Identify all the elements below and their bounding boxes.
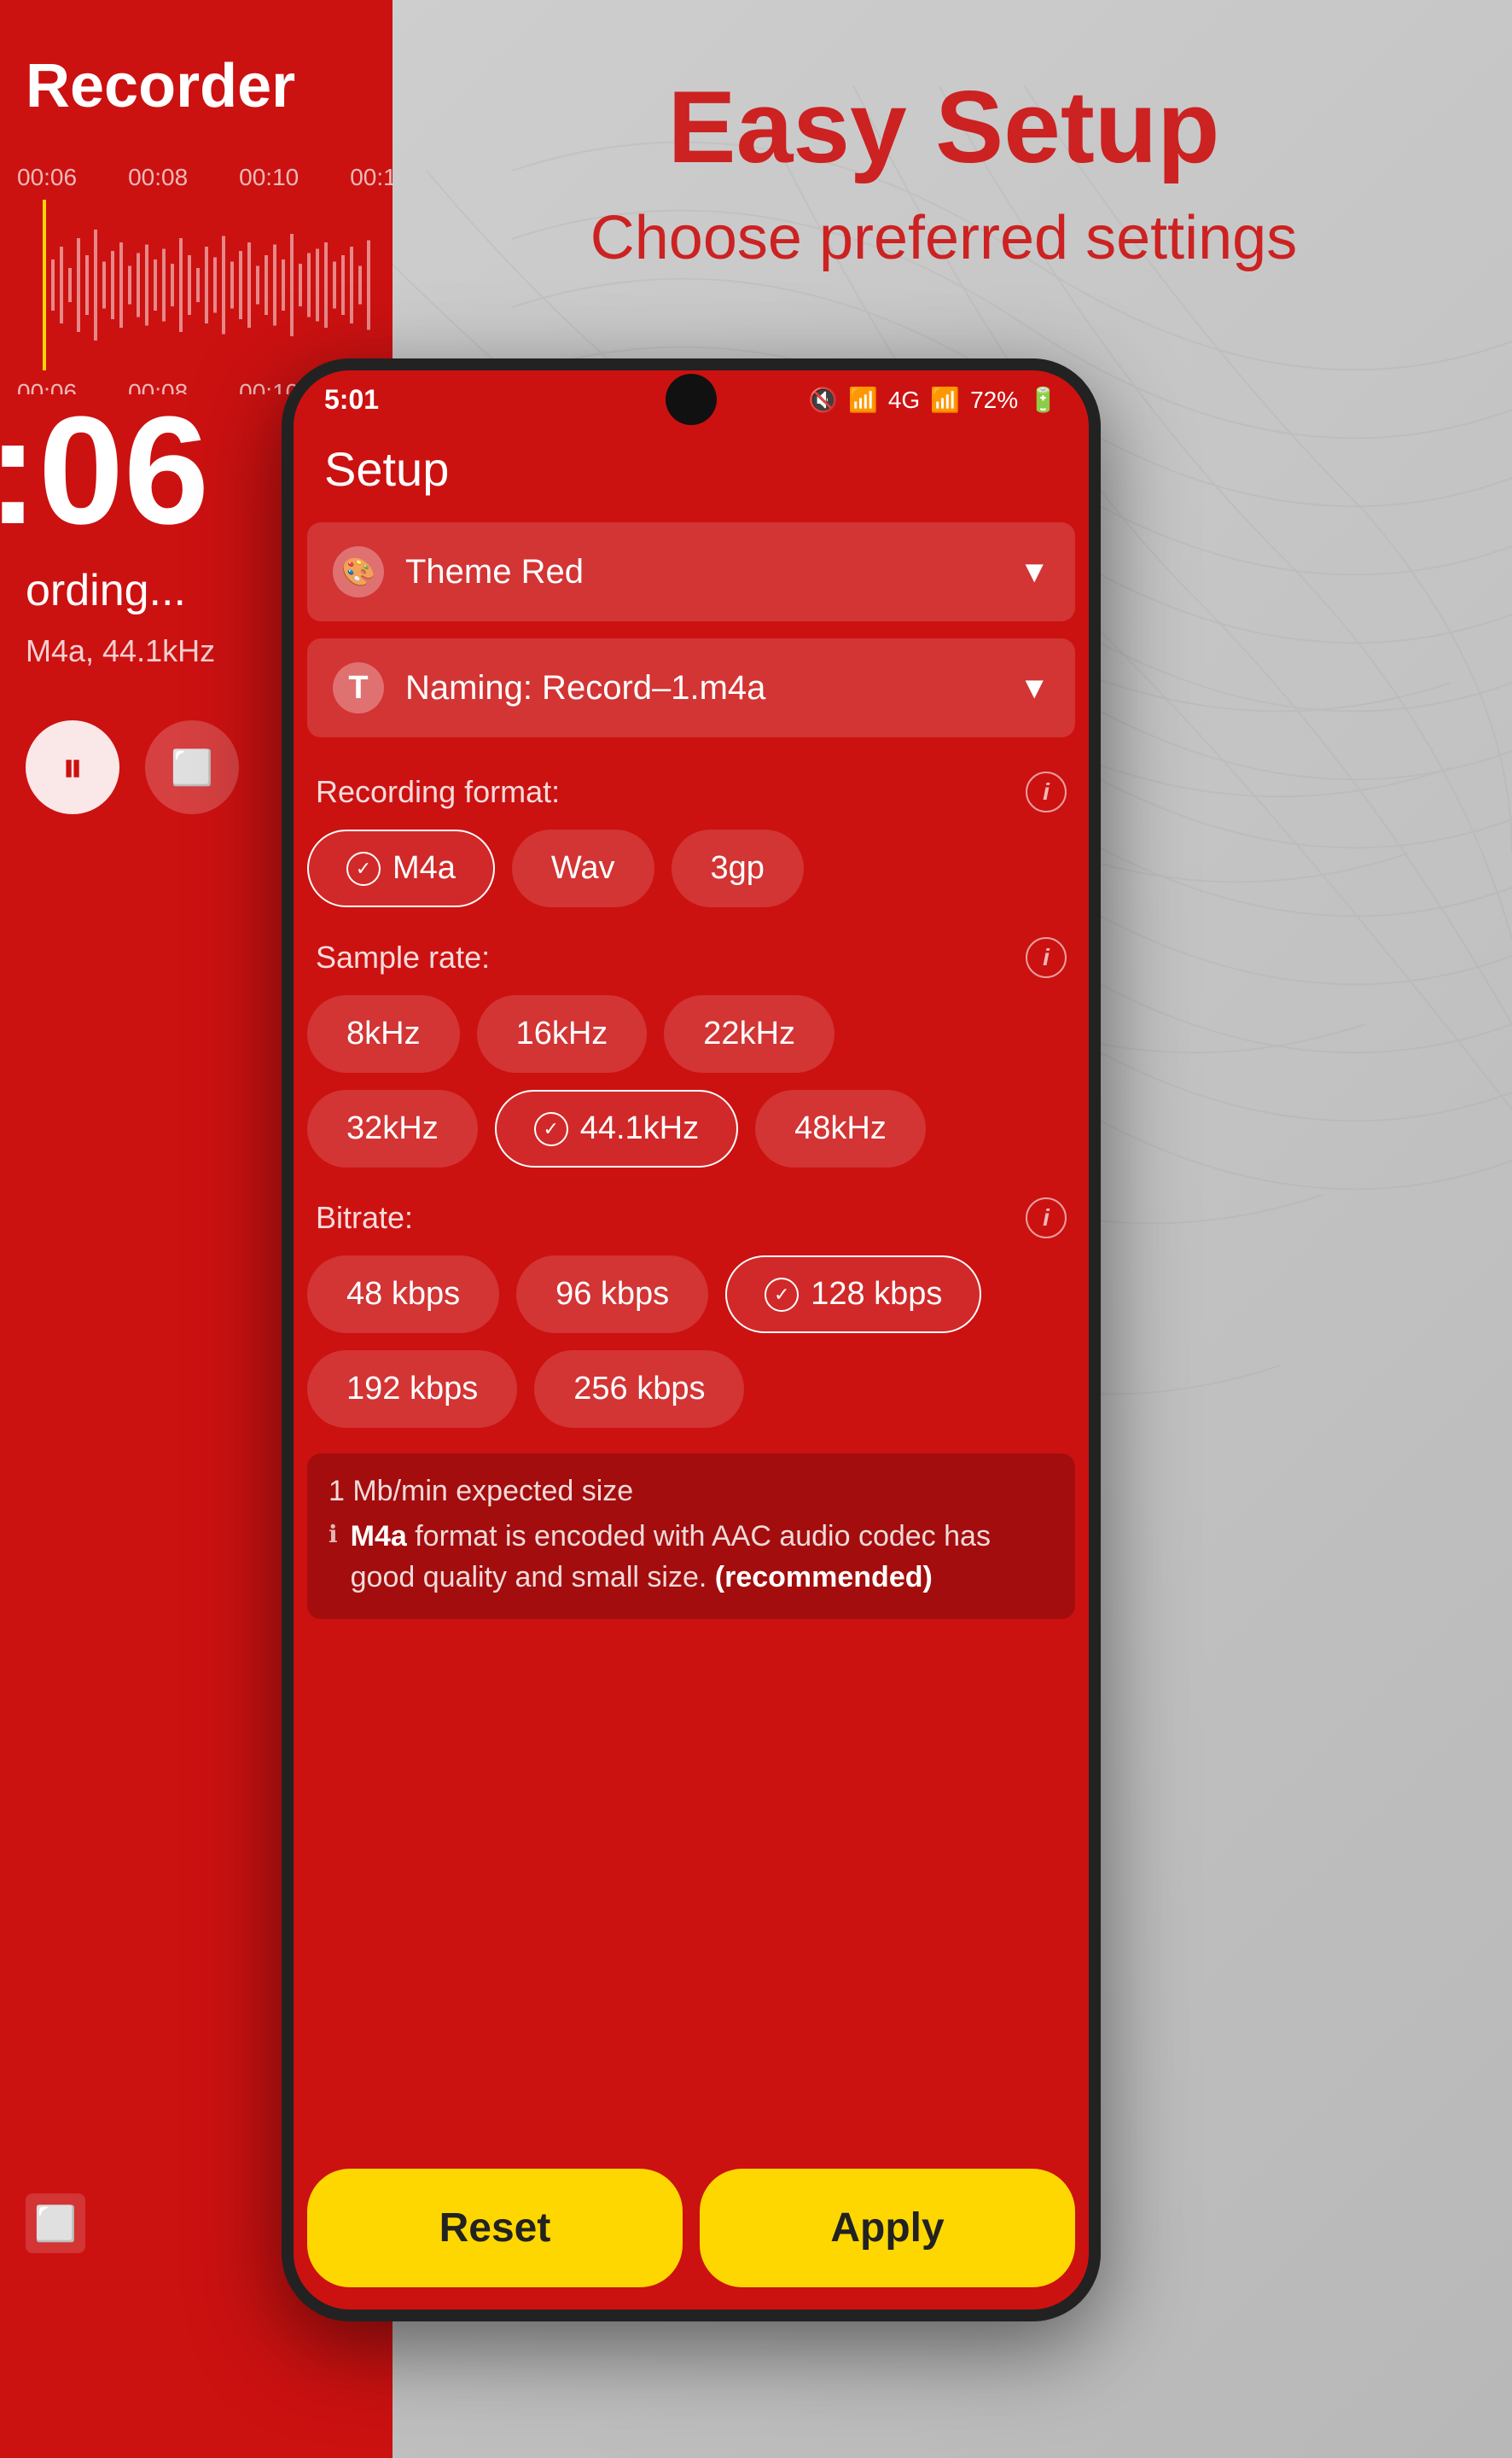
naming-icon: T [333,662,384,714]
sample-rate-info-icon[interactable]: i [1026,937,1067,978]
timeline-top: 00:06 00:08 00:10 00:12 [0,155,393,200]
theme-dropdown[interactable]: 🎨 Theme Red ▼ [307,522,1075,621]
recording-format-info-icon[interactable]: i [1026,772,1067,813]
chip-256kbps[interactable]: 256 kbps [534,1350,744,1428]
chip-128kbps-check-icon: ✓ [765,1278,799,1312]
chip-96kbps[interactable]: 96 kbps [516,1255,708,1333]
info-box-description: M4a format is encoded with AAC audio cod… [351,1517,1054,1598]
info-box-row: ℹ M4a format is encoded with AAC audio c… [329,1517,1054,1598]
bitrate-chips: 48 kbps 96 kbps ✓ 128 kbps [307,1251,1075,1346]
sample-rate-chips: 8kHz 16kHz 22kHz [307,991,1075,1086]
signal-icon: 📶 [848,386,878,414]
pause-icon: ⏸ [62,743,84,793]
waveform-area: 00:06 00:08 00:10 00:12 [0,155,393,394]
phone-camera [666,374,717,425]
sample-rate-chips-row2: 32kHz ✓ 44.1kHz 48kHz [307,1086,1075,1180]
chip-96kbps-label: 96 kbps [555,1276,669,1313]
stop-button[interactable]: ⬜ [145,720,239,814]
chip-22khz-label: 22kHz [703,1016,795,1052]
chip-8khz-label: 8kHz [346,1016,421,1052]
chip-wav-label: Wav [551,850,615,887]
chip-192kbps-label: 192 kbps [346,1371,478,1407]
screen-title: Setup [324,441,1058,497]
bitrate-section: Bitrate: i [307,1180,1075,1251]
sample-rate-section-label: Sample rate: [316,940,490,976]
chip-wav[interactable]: Wav [512,830,654,907]
chip-16khz[interactable]: 16kHz [477,995,648,1073]
chip-48khz[interactable]: 48kHz [755,1090,926,1168]
chip-m4a-check-icon: ✓ [346,852,381,886]
phone-mockup: 5:01 🔇 📶 4G 📶 72% 🔋 Setup 🎨 Theme Red ▼ [282,358,1101,2321]
mute-icon: 🔇 [808,386,838,414]
chip-48kbps-label: 48 kbps [346,1276,460,1313]
apply-button[interactable]: Apply [700,2169,1075,2287]
theme-label: Theme Red [405,553,1019,591]
chip-128kbps[interactable]: ✓ 128 kbps [725,1255,981,1333]
chip-8khz[interactable]: 8kHz [307,995,460,1073]
chip-32khz[interactable]: 32kHz [307,1090,478,1168]
battery-icon: 🔋 [1028,386,1058,414]
sample-rate-section: Sample rate: i [307,920,1075,991]
chip-22khz[interactable]: 22kHz [664,995,835,1073]
chip-44khz-label: 44.1kHz [580,1110,699,1147]
chip-3gp[interactable]: 3gp [672,830,804,907]
battery-text: 72% [970,387,1018,414]
phone-screen: 5:01 🔇 📶 4G 📶 72% 🔋 Setup 🎨 Theme Red ▼ [282,358,1101,2321]
chip-16khz-label: 16kHz [516,1016,608,1052]
theme-icon: 🎨 [333,546,384,597]
chip-m4a-label: M4a [393,850,456,887]
easy-setup-subtitle: Choose preferred settings [427,203,1461,273]
chip-192kbps[interactable]: 192 kbps [307,1350,517,1428]
stop-icon: ⬜ [171,748,213,788]
status-time: 5:01 [324,384,379,416]
screen-header: Setup [282,424,1101,522]
info-box-format-bold: M4a [351,1520,407,1552]
recording-format-section-label: Recording format: [316,774,560,810]
naming-arrow-icon: ▼ [1019,670,1050,706]
recording-format-section: Recording format: i [307,754,1075,825]
chip-32khz-label: 32kHz [346,1110,439,1147]
chip-128kbps-label: 128 kbps [811,1276,942,1313]
bitrate-section-label: Bitrate: [316,1200,413,1236]
chip-256kbps-label: 256 kbps [573,1371,705,1407]
naming-dropdown[interactable]: T Naming: Record–1.m4a ▼ [307,638,1075,737]
square-icon: ⬜ [34,2204,77,2244]
settings-content: 🎨 Theme Red ▼ T Naming: Record–1.m4a ▼ R… [282,522,1101,1619]
chip-48khz-label: 48kHz [794,1110,887,1147]
chip-m4a[interactable]: ✓ M4a [307,830,495,907]
recorder-title: Recorder [0,0,393,121]
pause-button[interactable]: ⏸ [26,720,119,814]
signal2-icon: 📶 [930,386,960,414]
wifi-icon: 4G [888,387,920,414]
status-icons: 🔇 📶 4G 📶 72% 🔋 [808,386,1058,414]
info-box-recommended: (recommended) [715,1561,933,1593]
easy-setup-header: Easy Setup Choose preferred settings [341,0,1512,307]
recording-format-chips: ✓ M4a Wav 3gp [307,825,1075,920]
info-box: 1 Mb/min expected size ℹ M4a format is e… [307,1453,1075,1619]
theme-arrow-icon: ▼ [1019,554,1050,590]
naming-label: Naming: Record–1.m4a [405,669,1019,708]
reset-button[interactable]: Reset [307,2169,683,2287]
bitrate-info-icon[interactable]: i [1026,1197,1067,1238]
bottom-buttons: Reset Apply [282,2152,1101,2321]
chip-48kbps[interactable]: 48 kbps [307,1255,499,1333]
chip-3gp-label: 3gp [711,850,765,887]
bitrate-chips-row2: 192 kbps 256 kbps [307,1346,1075,1441]
easy-setup-title: Easy Setup [427,68,1461,186]
playhead-line [43,200,46,370]
home-nav-icon[interactable]: ⬜ [26,2193,85,2253]
info-box-icon: ℹ [329,1520,338,1548]
info-box-size: 1 Mb/min expected size [329,1475,1054,1508]
chip-44khz[interactable]: ✓ 44.1kHz [495,1090,738,1168]
waveform-bars [17,200,375,370]
chip-44khz-check-icon: ✓ [534,1112,568,1146]
